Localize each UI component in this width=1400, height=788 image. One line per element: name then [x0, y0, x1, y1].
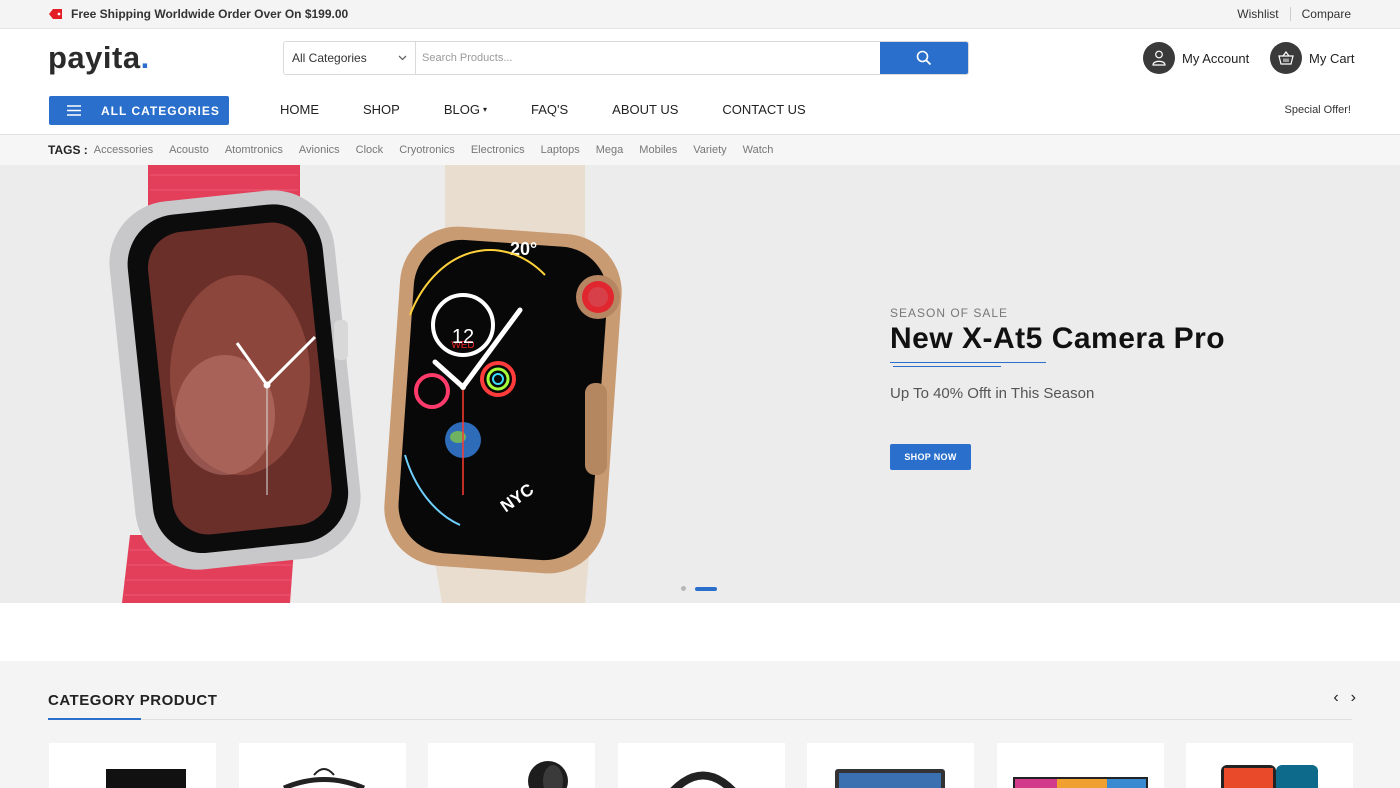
nav-shop-label: SHOP	[363, 102, 400, 117]
watch-temp-text: 20°	[510, 239, 537, 259]
top-links: Wishlist Compare	[1237, 7, 1351, 21]
tags-bar: TAGS : Accessories Acousto Atomtronics A…	[0, 134, 1400, 165]
tag-link[interactable]: Atomtronics	[225, 144, 283, 156]
hero-eyebrow: SEASON OF SALE	[890, 306, 1009, 320]
tags-label: TAGS :	[48, 143, 88, 157]
tag-icon	[49, 9, 62, 19]
wishlist-link[interactable]: Wishlist	[1237, 7, 1278, 21]
title-underline-short	[893, 366, 1001, 367]
account-link[interactable]: My Account	[1143, 42, 1249, 74]
top-bar: Free Shipping Worldwide Order Over On $1…	[0, 0, 1400, 29]
cart-link[interactable]: My Cart	[1270, 42, 1355, 74]
nav-contact[interactable]: CONTACT US	[722, 102, 805, 117]
nav-home-label: HOME	[280, 102, 319, 117]
tag-link[interactable]: Laptops	[541, 144, 580, 156]
hero-watches-image: WED 12 20° NYC	[109, 165, 622, 603]
compare-link[interactable]: Compare	[1302, 7, 1351, 21]
nav-faqs-label: FAQ'S	[530, 102, 569, 117]
all-categories-label: ALL CATEGORIES	[101, 103, 220, 118]
slider-dot-active[interactable]	[695, 586, 717, 591]
tv-image	[1012, 777, 1148, 788]
search-button[interactable]	[880, 42, 968, 74]
bag-image	[282, 768, 365, 788]
category-card[interactable]	[1186, 743, 1353, 788]
main-nav: HOME SHOP BLOG ▾ FAQ'S ABOUT US CONTACT U…	[280, 102, 850, 117]
account-label: My Account	[1182, 50, 1250, 66]
shipping-notice: Free Shipping Worldwide Order Over On $1…	[48, 7, 348, 21]
nav-shop[interactable]: SHOP	[363, 102, 400, 117]
nav-faqs[interactable]: FAQ'S	[531, 102, 568, 117]
nav-about[interactable]: ABOUT US	[612, 102, 678, 117]
tag-link[interactable]: Avionics	[299, 144, 340, 156]
category-card[interactable]	[49, 743, 216, 788]
category-card[interactable]	[807, 743, 974, 788]
speaker-image	[106, 769, 186, 788]
hero-subtitle: Up To 40% Offt in This Season	[890, 385, 1095, 402]
site-logo[interactable]: payita.	[48, 40, 150, 76]
carousel-arrows: ‹ ›	[1321, 689, 1356, 707]
slider-dot[interactable]	[681, 586, 686, 591]
phone-image	[1221, 765, 1318, 788]
logo-dot: .	[140, 40, 150, 75]
search-input[interactable]	[416, 42, 880, 74]
chevron-down-icon	[398, 55, 407, 61]
tag-link[interactable]: Accessories	[94, 144, 153, 156]
slider-pagination	[681, 586, 717, 591]
category-card[interactable]	[996, 743, 1164, 788]
nav-home[interactable]: HOME	[280, 102, 319, 117]
category-select[interactable]: All Categories	[284, 42, 416, 74]
section-divider	[48, 719, 1352, 720]
headphone-image	[670, 771, 735, 788]
special-offer-link[interactable]: Special Offer!	[1285, 104, 1351, 116]
nav-blog[interactable]: BLOG ▾	[444, 102, 487, 117]
tag-link[interactable]: Mobiles	[639, 144, 677, 156]
shipping-text: Free Shipping Worldwide Order Over On $1…	[71, 7, 349, 21]
tag-link[interactable]: Watch	[743, 144, 774, 156]
category-card[interactable]	[428, 743, 595, 788]
basket-icon	[1270, 42, 1302, 74]
logo-text: payita	[48, 40, 141, 75]
category-card[interactable]	[238, 743, 406, 788]
category-product-section: CATEGORY PRODUCT ‹ ›	[0, 661, 1400, 788]
section-title-underline	[48, 718, 141, 720]
tag-link[interactable]: Electronics	[471, 144, 525, 156]
category-cards	[49, 743, 1376, 788]
user-icon	[1143, 42, 1175, 74]
category-card[interactable]	[617, 743, 785, 788]
all-categories-button[interactable]: ALL CATEGORIES	[49, 96, 229, 125]
divider	[1289, 7, 1291, 21]
nav-contact-label: CONTACT US	[722, 102, 806, 117]
chevron-right-icon[interactable]: ›	[1351, 689, 1356, 707]
tag-link[interactable]: Acousto	[169, 144, 209, 156]
search-bar: All Categories	[283, 41, 969, 75]
earbud-image	[528, 761, 568, 788]
chevron-down-icon: ▾	[482, 105, 487, 114]
tag-link[interactable]: Cryotronics	[399, 144, 455, 156]
watch-date-text: 12	[452, 326, 474, 348]
search-icon	[916, 50, 932, 66]
nav-about-label: ABOUT US	[612, 102, 679, 117]
section-title: CATEGORY PRODUCT	[48, 692, 218, 709]
chevron-left-icon[interactable]: ‹	[1333, 689, 1338, 707]
shop-now-button[interactable]: SHOP NOW	[890, 444, 971, 470]
title-underline	[890, 362, 1046, 363]
cart-label: My Cart	[1309, 50, 1355, 66]
category-select-value: All Categories	[292, 51, 367, 65]
tag-link[interactable]: Clock	[356, 144, 384, 156]
laptop-image	[835, 769, 945, 788]
menu-icon	[67, 105, 81, 116]
tag-link[interactable]: Mega	[596, 144, 624, 156]
hero-slider: WED 12 20° NYC SEASON OF SALE New X-At5 …	[0, 165, 1400, 603]
hero-title: New X-At5 Camera Pro	[890, 322, 1226, 355]
tag-link[interactable]: Variety	[693, 144, 726, 156]
nav-blog-label: BLOG	[443, 102, 480, 117]
